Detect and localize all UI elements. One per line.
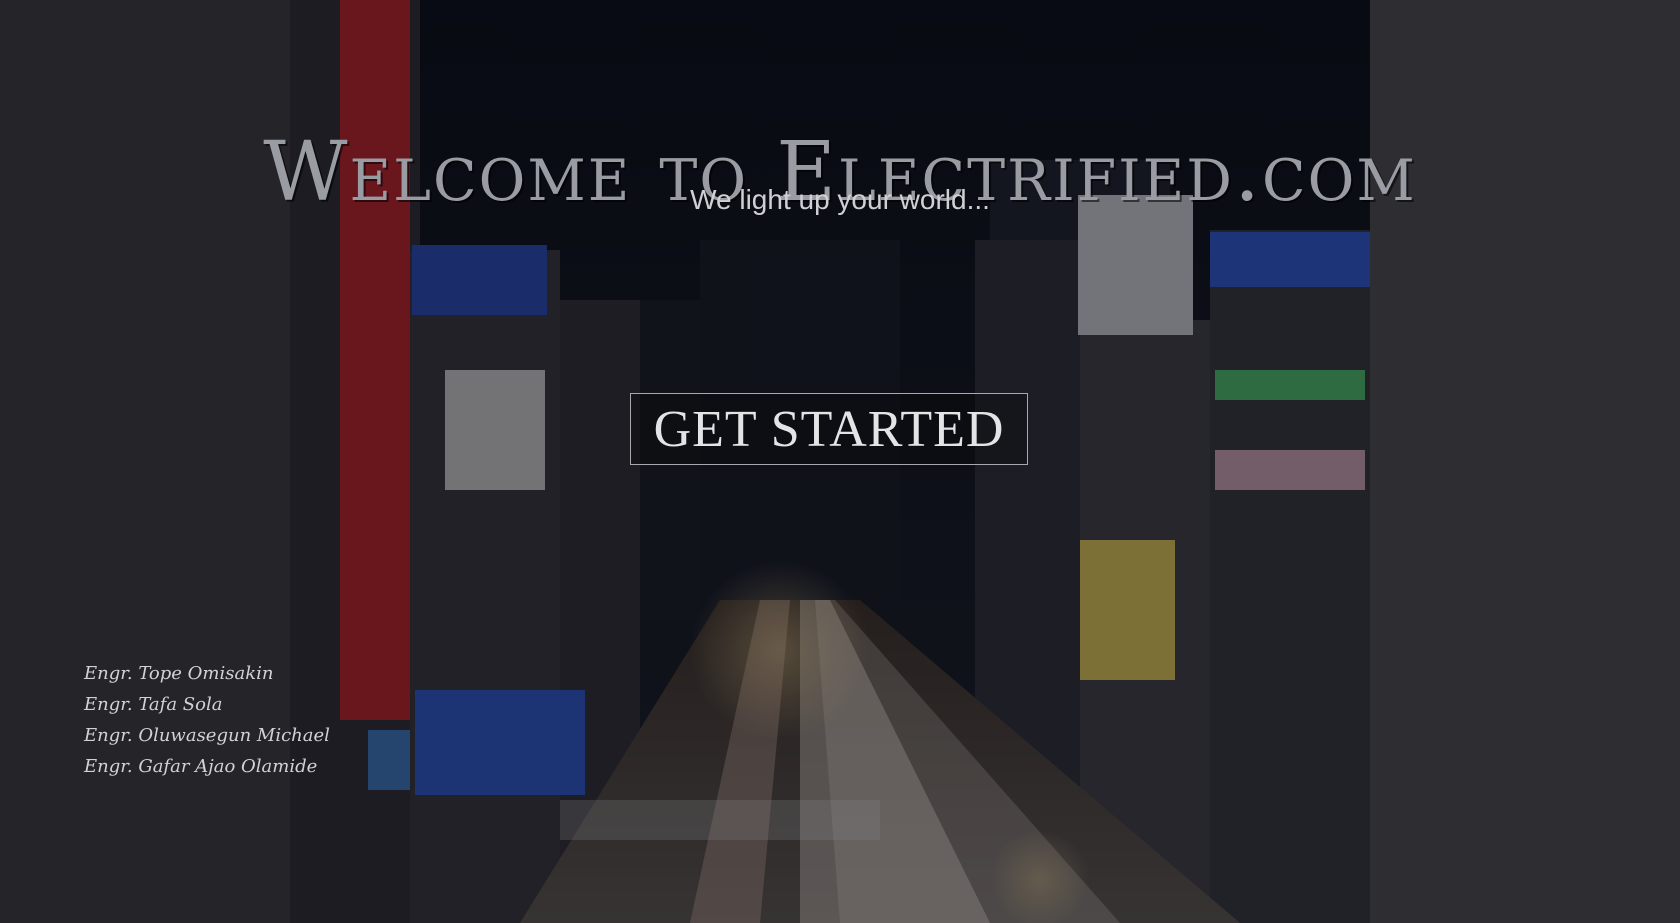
get-started-button[interactable]: GET STARTED: [630, 393, 1028, 465]
credit-item: Engr. Tafa Sola: [84, 694, 223, 715]
landing-page: Welcome to Electrified.com We light up y…: [0, 0, 1680, 923]
credit-item: Engr. Gafar Ajao Olamide: [84, 756, 318, 777]
credit-item: Engr. Tope Omisakin: [84, 663, 274, 684]
credits-list: Engr. Tope Omisakin Engr. Tafa Sola Engr…: [84, 658, 330, 782]
hero-subtitle: We light up your world...: [690, 184, 990, 215]
credit-item: Engr. Oluwasegun Michael: [84, 725, 330, 746]
